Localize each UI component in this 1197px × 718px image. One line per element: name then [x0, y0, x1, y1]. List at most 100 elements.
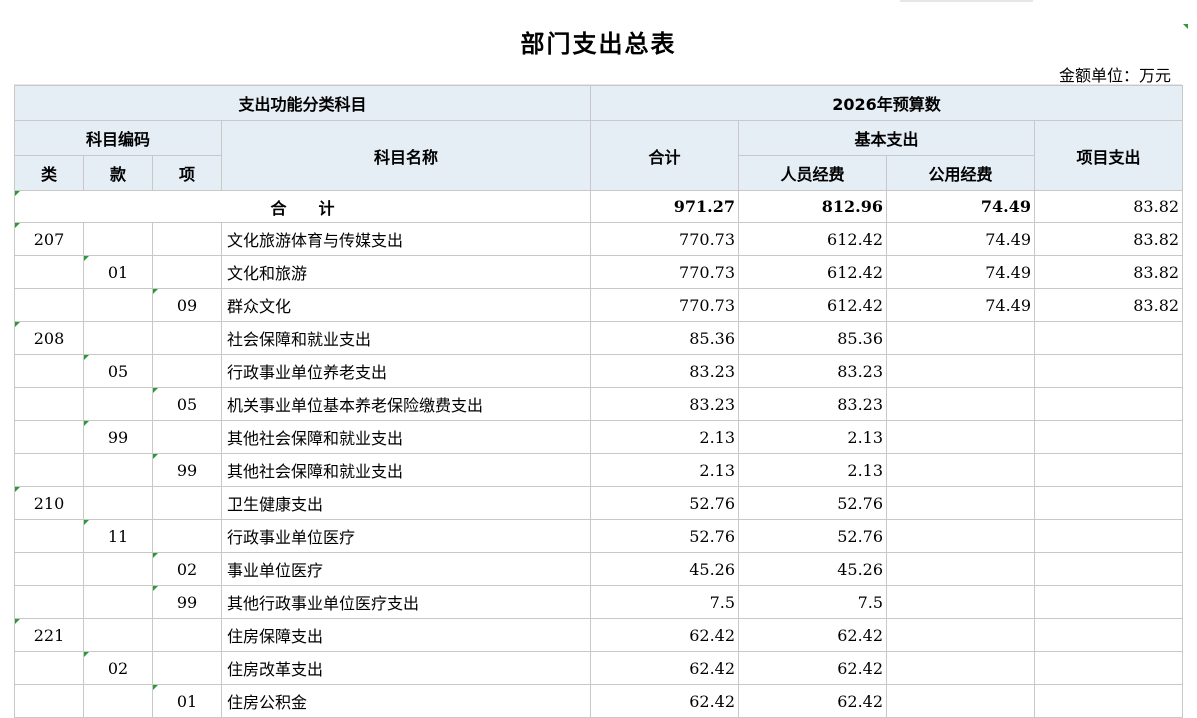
- header-xiang[interactable]: 项: [152, 155, 222, 191]
- total-cell[interactable]: 45.26: [590, 552, 740, 586]
- subject-name-cell[interactable]: 其他行政事业单位医疗支出: [220, 585, 592, 619]
- code-xiang-cell[interactable]: [152, 222, 222, 256]
- code-xiang-cell[interactable]: [152, 255, 222, 289]
- total-personnel[interactable]: 812.96: [738, 190, 888, 223]
- public-cell[interactable]: [886, 618, 1036, 652]
- header-budget-group[interactable]: 2026年预算数: [590, 85, 1184, 121]
- personnel-cell[interactable]: 85.36: [738, 321, 888, 355]
- header-project[interactable]: 项目支出: [1034, 120, 1184, 191]
- header-kuan[interactable]: 款: [83, 155, 153, 191]
- total-cell[interactable]: 62.42: [590, 684, 740, 718]
- code-kuan-cell[interactable]: 11: [83, 519, 153, 553]
- project-cell[interactable]: [1034, 651, 1184, 685]
- total-cell[interactable]: 2.13: [590, 453, 740, 487]
- subject-name-cell[interactable]: 其他社会保障和就业支出: [220, 453, 592, 487]
- subject-name-cell[interactable]: 卫生健康支出: [220, 486, 592, 520]
- code-lei-cell[interactable]: 208: [14, 321, 84, 355]
- project-cell[interactable]: [1034, 552, 1184, 586]
- total-cell[interactable]: 83.23: [590, 387, 740, 421]
- public-cell[interactable]: [886, 684, 1036, 718]
- header-subject-name[interactable]: 科目名称: [220, 120, 592, 191]
- code-xiang-cell[interactable]: 99: [152, 585, 222, 619]
- code-lei-cell[interactable]: [14, 651, 84, 685]
- personnel-cell[interactable]: 62.42: [738, 618, 888, 652]
- personnel-cell[interactable]: 83.23: [738, 354, 888, 388]
- personnel-cell[interactable]: 612.42: [738, 222, 888, 256]
- public-cell[interactable]: [886, 387, 1036, 421]
- code-kuan-cell[interactable]: 99: [83, 420, 153, 454]
- header-public[interactable]: 公用经费: [886, 155, 1036, 191]
- project-cell[interactable]: [1034, 354, 1184, 388]
- subject-name-cell[interactable]: 住房保障支出: [220, 618, 592, 652]
- code-xiang-cell[interactable]: 09: [152, 288, 222, 322]
- header-category-group[interactable]: 支出功能分类科目: [13, 85, 592, 121]
- code-xiang-cell[interactable]: [152, 519, 222, 553]
- total-public[interactable]: 74.49: [886, 190, 1036, 223]
- public-cell[interactable]: [886, 552, 1036, 586]
- header-total[interactable]: 合计: [590, 120, 740, 191]
- code-lei-cell[interactable]: 207: [14, 222, 84, 256]
- project-cell[interactable]: 83.82: [1034, 222, 1184, 256]
- personnel-cell[interactable]: 612.42: [738, 255, 888, 289]
- total-label[interactable]: 合 计: [13, 190, 592, 223]
- subject-name-cell[interactable]: 其他社会保障和就业支出: [220, 420, 592, 454]
- total-cell[interactable]: 52.76: [590, 486, 740, 520]
- code-lei-cell[interactable]: [14, 684, 84, 718]
- code-lei-cell[interactable]: [14, 420, 84, 454]
- total-cell[interactable]: 62.42: [590, 651, 740, 685]
- code-xiang-cell[interactable]: [152, 486, 222, 520]
- personnel-cell[interactable]: 52.76: [738, 486, 888, 520]
- personnel-cell[interactable]: 83.23: [738, 387, 888, 421]
- project-cell[interactable]: [1034, 585, 1184, 619]
- header-personnel[interactable]: 人员经费: [738, 155, 888, 191]
- personnel-cell[interactable]: 7.5: [738, 585, 888, 619]
- total-cell[interactable]: 83.23: [590, 354, 740, 388]
- public-cell[interactable]: [886, 519, 1036, 553]
- personnel-cell[interactable]: 2.13: [738, 420, 888, 454]
- code-xiang-cell[interactable]: [152, 420, 222, 454]
- header-basic-group[interactable]: 基本支出: [738, 120, 1036, 156]
- code-kuan-cell[interactable]: 01: [83, 255, 153, 289]
- subject-name-cell[interactable]: 群众文化: [220, 288, 592, 322]
- project-cell[interactable]: [1034, 519, 1184, 553]
- project-cell[interactable]: [1034, 387, 1184, 421]
- code-lei-cell[interactable]: [14, 387, 84, 421]
- public-cell[interactable]: 74.49: [886, 222, 1036, 256]
- code-kuan-cell[interactable]: [83, 288, 153, 322]
- public-cell[interactable]: [886, 486, 1036, 520]
- code-lei-cell[interactable]: [14, 519, 84, 553]
- subject-name-cell[interactable]: 机关事业单位基本养老保险缴费支出: [220, 387, 592, 421]
- personnel-cell[interactable]: 612.42: [738, 288, 888, 322]
- total-cell[interactable]: 85.36: [590, 321, 740, 355]
- personnel-cell[interactable]: 62.42: [738, 651, 888, 685]
- code-lei-cell[interactable]: [14, 354, 84, 388]
- total-cell[interactable]: 770.73: [590, 255, 740, 289]
- personnel-cell[interactable]: 62.42: [738, 684, 888, 718]
- public-cell[interactable]: [886, 354, 1036, 388]
- total-cell[interactable]: 770.73: [590, 288, 740, 322]
- subject-name-cell[interactable]: 行政事业单位养老支出: [220, 354, 592, 388]
- code-lei-cell[interactable]: [14, 255, 84, 289]
- code-lei-cell[interactable]: 221: [14, 618, 84, 652]
- code-xiang-cell[interactable]: [152, 651, 222, 685]
- total-cell[interactable]: 7.5: [590, 585, 740, 619]
- code-kuan-cell[interactable]: [83, 453, 153, 487]
- personnel-cell[interactable]: 2.13: [738, 453, 888, 487]
- total-cell[interactable]: 52.76: [590, 519, 740, 553]
- total-cell[interactable]: 770.73: [590, 222, 740, 256]
- code-xiang-cell[interactable]: 02: [152, 552, 222, 586]
- subject-name-cell[interactable]: 文化和旅游: [220, 255, 592, 289]
- code-xiang-cell[interactable]: [152, 618, 222, 652]
- total-cell[interactable]: 2.13: [590, 420, 740, 454]
- subject-name-cell[interactable]: 住房公积金: [220, 684, 592, 718]
- public-cell[interactable]: [886, 651, 1036, 685]
- code-xiang-cell[interactable]: 05: [152, 387, 222, 421]
- subject-name-cell[interactable]: 行政事业单位医疗: [220, 519, 592, 553]
- public-cell[interactable]: [886, 321, 1036, 355]
- public-cell[interactable]: [886, 420, 1036, 454]
- public-cell[interactable]: [886, 585, 1036, 619]
- public-cell[interactable]: 74.49: [886, 255, 1036, 289]
- code-xiang-cell[interactable]: 01: [152, 684, 222, 718]
- project-cell[interactable]: [1034, 420, 1184, 454]
- public-cell[interactable]: [886, 453, 1036, 487]
